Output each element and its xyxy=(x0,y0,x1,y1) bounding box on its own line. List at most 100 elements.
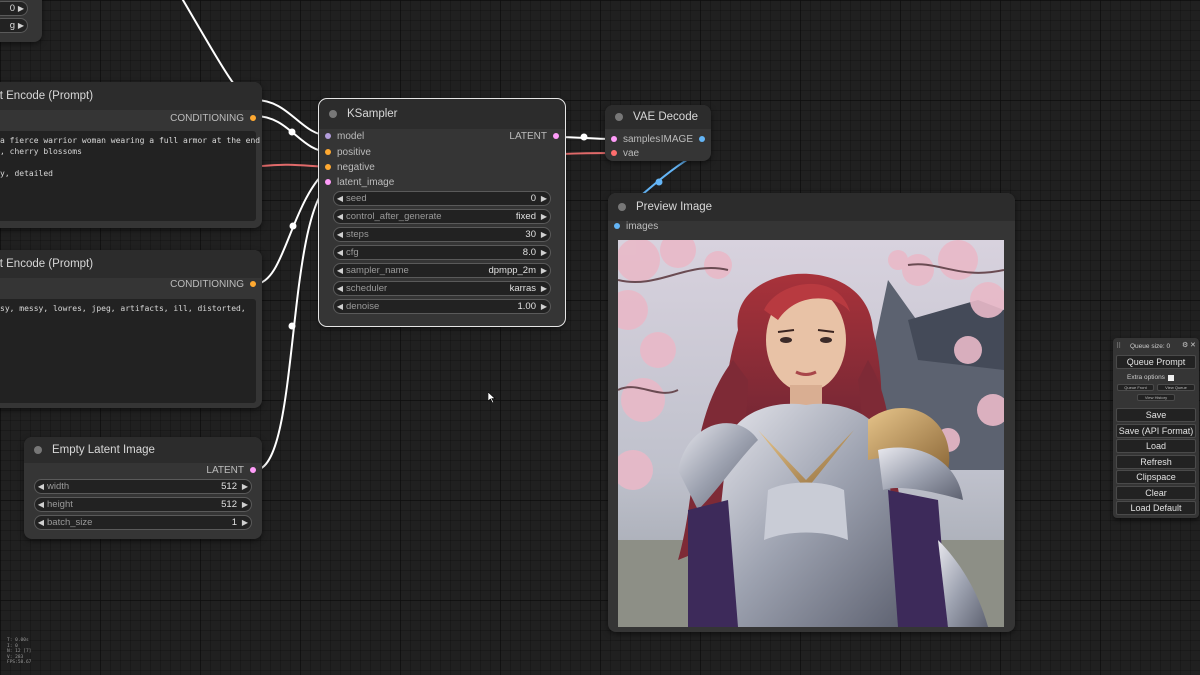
widget-value: 1 xyxy=(231,517,237,528)
node-title-bar[interactable]: KSampler xyxy=(319,99,565,129)
prompt-text-area[interactable]: sy, messy, lowres, jpeg, artifacts, ill,… xyxy=(0,299,256,403)
widget-batch-size[interactable]: ◀ batch_size 1 ▶ xyxy=(34,515,252,530)
view-history-button[interactable]: View History xyxy=(1137,394,1175,401)
collapse-dot-icon[interactable] xyxy=(615,113,623,121)
slot-dot[interactable] xyxy=(250,467,256,473)
preview-image-node[interactable]: Preview Image images xyxy=(608,193,1015,632)
positive-prompt-node[interactable]: xt Encode (Prompt) CONDITIONING a fierce… xyxy=(0,82,262,228)
input-slot-negative[interactable]: negative xyxy=(319,159,565,175)
slot-dot[interactable] xyxy=(611,136,617,142)
slot-dot[interactable] xyxy=(699,136,705,142)
gear-icon[interactable]: ⚙ xyxy=(1182,341,1188,349)
widget-sampler-name[interactable]: ◀ sampler_name dpmpp_2m ▶ xyxy=(333,263,551,278)
output-slot-latent[interactable]: LATENT xyxy=(24,462,262,478)
right-arrow-icon[interactable]: ▶ xyxy=(538,266,550,275)
save-button[interactable]: Save xyxy=(1116,408,1196,422)
node-title-bar[interactable]: xt Encode (Prompt) xyxy=(0,250,262,278)
left-arrow-icon[interactable]: ◀ xyxy=(35,482,47,491)
extra-options-checkbox[interactable] xyxy=(1167,374,1174,381)
slot-label: CONDITIONING xyxy=(170,278,244,290)
output-slot-conditioning[interactable]: CONDITIONING xyxy=(0,276,262,292)
save-api-format-button[interactable]: Save (API Format) xyxy=(1116,424,1196,438)
left-arrow-icon[interactable]: ◀ xyxy=(334,302,346,311)
slot-dot[interactable] xyxy=(325,149,331,155)
widget-value: 8.0 xyxy=(522,247,536,258)
right-arrow-icon[interactable]: ▶ xyxy=(538,194,550,203)
output-slot-conditioning[interactable]: CONDITIONING xyxy=(0,110,262,126)
input-slot-vae[interactable]: vae xyxy=(605,145,711,161)
top-stub-node[interactable]: 0 ▶ g ▶ xyxy=(0,0,42,42)
left-arrow-icon[interactable]: ◀ xyxy=(35,518,47,527)
right-arrow-icon[interactable]: ▶ xyxy=(538,248,550,257)
top-stub-widget-2[interactable]: g ▶ xyxy=(0,18,28,33)
widget-control-after-generate[interactable]: ◀ control_after_generate fixed ▶ xyxy=(333,209,551,224)
right-arrow-icon[interactable]: ▶ xyxy=(239,500,251,509)
right-arrow-icon[interactable]: ▶ xyxy=(239,518,251,527)
queue-front-button[interactable]: Queue Front xyxy=(1117,384,1154,391)
widget-denoise[interactable]: ◀ denoise 1.00 ▶ xyxy=(333,299,551,314)
slot-dot[interactable] xyxy=(614,223,620,229)
slot-dot[interactable] xyxy=(325,164,331,170)
right-arrow-icon[interactable]: ▶ xyxy=(538,302,550,311)
slot-dot[interactable] xyxy=(250,281,256,287)
slot-dot[interactable] xyxy=(325,179,331,185)
node-title: xt Encode (Prompt) xyxy=(0,90,94,102)
refresh-button[interactable]: Refresh xyxy=(1116,455,1196,469)
right-arrow-icon[interactable]: ▶ xyxy=(538,212,550,221)
widget-scheduler[interactable]: ◀ scheduler karras ▶ xyxy=(333,281,551,296)
right-arrow-icon[interactable]: ▶ xyxy=(239,482,251,491)
node-title-bar[interactable]: Preview Image xyxy=(608,193,1015,221)
widget-width[interactable]: ◀ width 512 ▶ xyxy=(34,479,252,494)
slot-label: LATENT xyxy=(509,130,547,142)
node-title-bar[interactable]: VAE Decode xyxy=(605,105,711,129)
widget-label: seed xyxy=(346,193,367,204)
input-slot-latent-image[interactable]: latent_image xyxy=(319,174,565,190)
widget-steps[interactable]: ◀ steps 30 ▶ xyxy=(333,227,551,242)
widget-value: 0 xyxy=(530,193,536,204)
collapse-dot-icon[interactable] xyxy=(34,446,42,454)
right-arrow-icon[interactable]: ▶ xyxy=(15,4,27,13)
left-arrow-icon[interactable]: ◀ xyxy=(35,500,47,509)
vae-decode-node[interactable]: VAE Decode samples IMAGE vae xyxy=(605,105,711,161)
clear-button[interactable]: Clear xyxy=(1116,486,1196,500)
ksampler-node[interactable]: KSampler model LATENT positive negative … xyxy=(318,98,566,327)
left-arrow-icon[interactable]: ◀ xyxy=(334,230,346,239)
right-arrow-icon[interactable]: ▶ xyxy=(538,230,550,239)
stat-line: N: 12 [7] xyxy=(7,649,32,654)
node-title-bar[interactable]: Empty Latent Image xyxy=(24,437,262,463)
slot-dot[interactable] xyxy=(325,133,331,139)
top-stub-widget-1[interactable]: 0 ▶ xyxy=(0,1,28,16)
empty-latent-image-node[interactable]: Empty Latent Image LATENT ◀ width 512 ▶ … xyxy=(24,437,262,539)
slot-dot[interactable] xyxy=(553,133,559,139)
collapse-dot-icon[interactable] xyxy=(329,110,337,118)
load-button[interactable]: Load xyxy=(1116,439,1196,453)
collapse-dot-icon[interactable] xyxy=(618,203,626,211)
slot-dot[interactable] xyxy=(611,150,617,156)
widget-cfg[interactable]: ◀ cfg 8.0 ▶ xyxy=(333,245,551,260)
clipspace-button[interactable]: Clipspace xyxy=(1116,470,1196,484)
left-arrow-icon[interactable]: ◀ xyxy=(334,266,346,275)
close-icon[interactable]: ✕ xyxy=(1190,341,1196,349)
preview-generated-image[interactable] xyxy=(618,240,1004,627)
queue-prompt-button[interactable]: Queue Prompt xyxy=(1116,355,1196,369)
negative-prompt-node[interactable]: xt Encode (Prompt) CONDITIONING sy, mess… xyxy=(0,250,262,408)
queue-size-label: Queue size: 0 xyxy=(1130,343,1171,350)
prompt-text-area[interactable]: a fierce warrior woman wearing a full ar… xyxy=(0,131,260,221)
right-arrow-icon[interactable]: ▶ xyxy=(15,21,27,30)
slot-dot[interactable] xyxy=(250,115,256,121)
view-queue-button[interactable]: View Queue xyxy=(1157,384,1195,391)
load-default-button[interactable]: Load Default xyxy=(1116,501,1196,515)
widget-label: sampler_name xyxy=(346,265,409,276)
widget-height[interactable]: ◀ height 512 ▶ xyxy=(34,497,252,512)
left-arrow-icon[interactable]: ◀ xyxy=(334,248,346,257)
right-arrow-icon[interactable]: ▶ xyxy=(538,284,550,293)
left-arrow-icon[interactable]: ◀ xyxy=(334,194,346,203)
left-arrow-icon[interactable]: ◀ xyxy=(334,284,346,293)
node-title-bar[interactable]: xt Encode (Prompt) xyxy=(0,82,262,110)
widget-seed[interactable]: ◀ seed 0 ▶ xyxy=(333,191,551,206)
left-arrow-icon[interactable]: ◀ xyxy=(334,212,346,221)
drag-handle-icon[interactable]: ⠿ xyxy=(1116,342,1121,350)
input-slot-images[interactable]: images xyxy=(608,218,1015,234)
input-slot-positive[interactable]: positive xyxy=(319,144,565,160)
input-slot-model[interactable]: model LATENT xyxy=(319,128,565,144)
